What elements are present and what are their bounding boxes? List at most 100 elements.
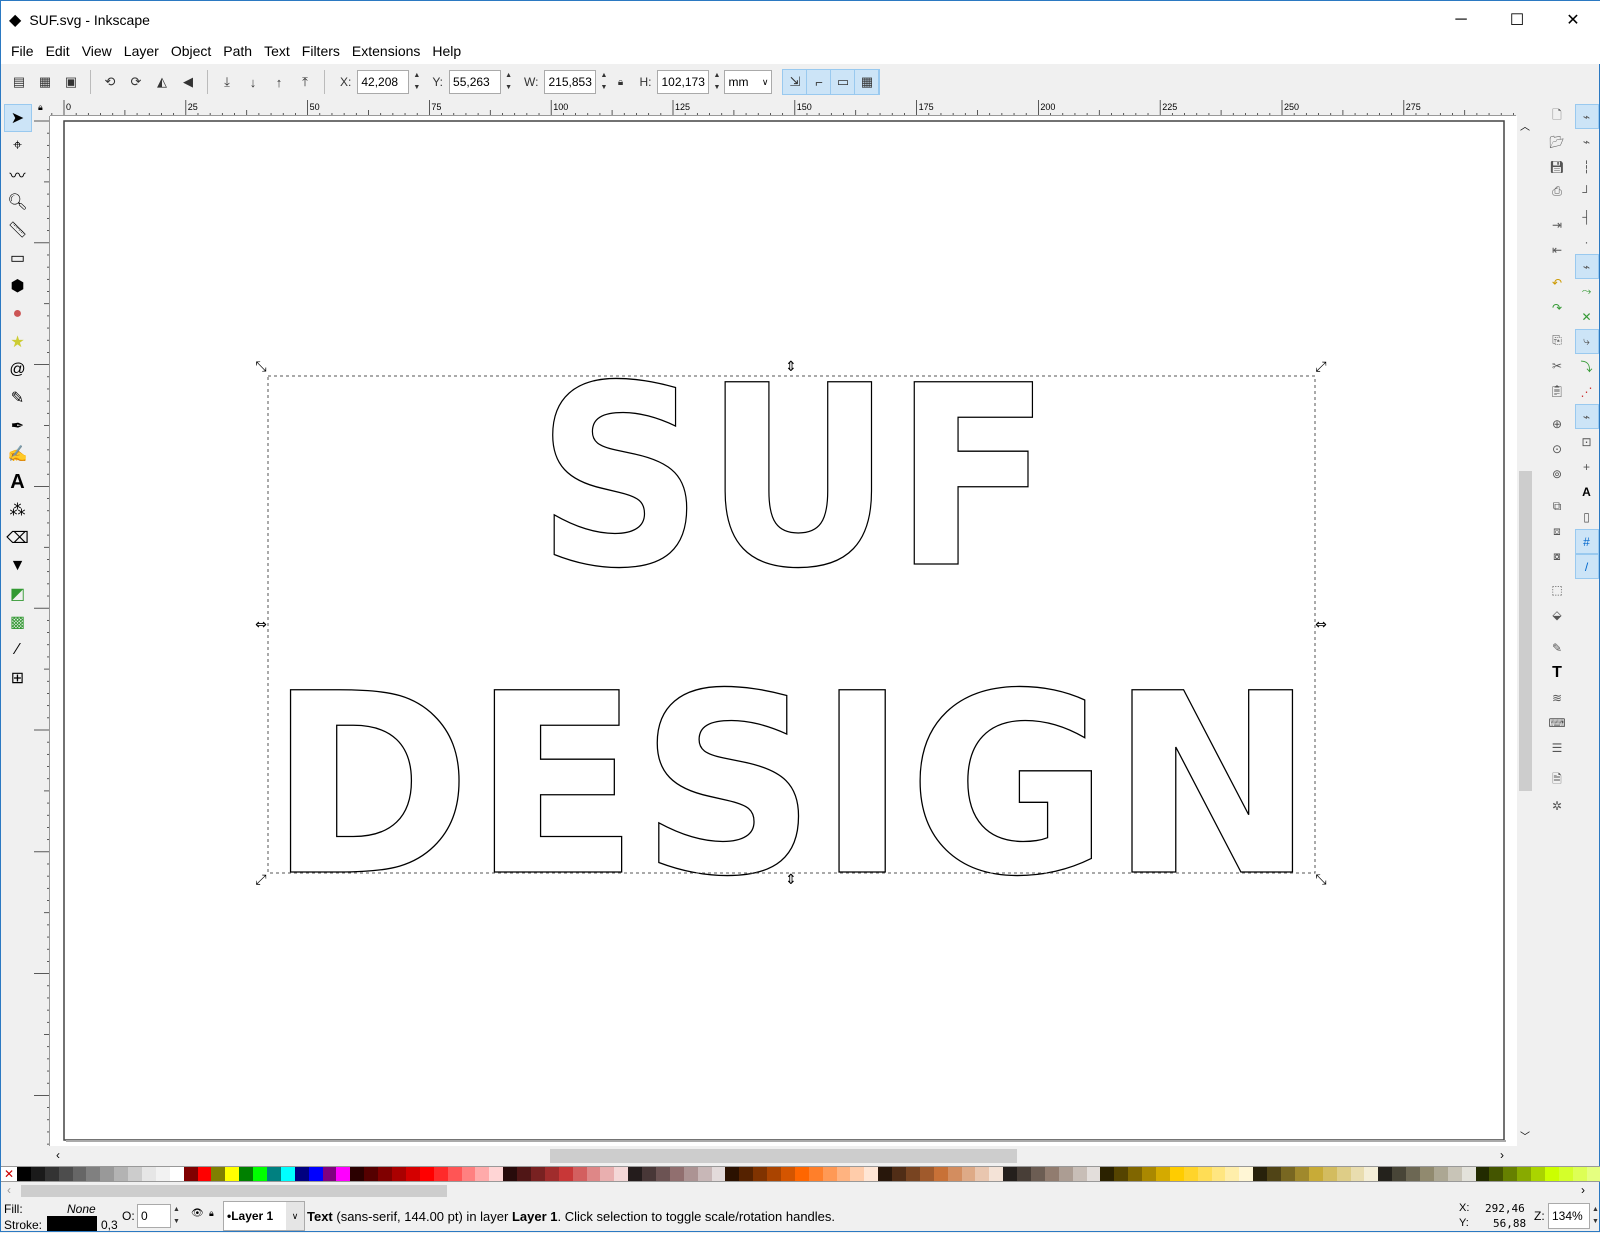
snap-grids-icon[interactable]: # xyxy=(1574,529,1599,554)
color-swatch[interactable] xyxy=(1225,1167,1240,1181)
color-swatch[interactable] xyxy=(1406,1167,1420,1181)
snap-guides-icon[interactable]: / xyxy=(1574,554,1599,579)
x-spinner[interactable]: ▲ ▼ xyxy=(411,70,422,94)
cut-icon[interactable]: ✂ xyxy=(1545,353,1569,378)
lower-icon[interactable]: ↓ xyxy=(241,70,265,94)
dropper-tool-icon[interactable]: ⁄ xyxy=(4,636,32,664)
color-swatch[interactable] xyxy=(808,1167,823,1181)
color-swatch[interactable] xyxy=(655,1167,670,1181)
layers-icon[interactable]: ≋ xyxy=(1545,685,1569,710)
color-swatch[interactable] xyxy=(989,1167,1004,1181)
color-swatch[interactable] xyxy=(530,1167,545,1181)
menu-object[interactable]: Object xyxy=(165,43,217,59)
color-swatch[interactable] xyxy=(1169,1167,1184,1181)
eraser-tool-icon[interactable]: ⌫ xyxy=(4,524,32,552)
selector-tool-icon[interactable]: ➤ xyxy=(3,104,32,132)
select-all-icon[interactable]: ▤ xyxy=(7,70,31,94)
tweak-tool-icon[interactable]: 〰 xyxy=(4,160,32,188)
menu-path[interactable]: Path xyxy=(217,43,258,59)
color-swatch[interactable] xyxy=(1392,1167,1407,1181)
color-swatch[interactable] xyxy=(461,1167,476,1181)
snap-line-midpoints-icon[interactable]: ⋰ xyxy=(1575,379,1599,404)
color-swatch[interactable] xyxy=(1308,1167,1323,1181)
snap-bbox-midpoints-icon[interactable]: ┤ xyxy=(1575,204,1599,229)
color-swatch[interactable] xyxy=(739,1167,754,1181)
snap-bbox-centers-icon[interactable]: · xyxy=(1575,229,1599,254)
color-swatch[interactable] xyxy=(1100,1167,1115,1181)
snap-toggle-icon[interactable]: ⌁ xyxy=(1574,104,1599,129)
color-swatch[interactable] xyxy=(253,1167,268,1181)
w-spinner[interactable]: ▲ ▼ xyxy=(598,70,609,94)
zoom-tool-icon[interactable]: 🔍︎ xyxy=(4,188,32,216)
snap-cusp-nodes-icon[interactable]: ⤷ xyxy=(1574,329,1599,354)
color-swatch[interactable] xyxy=(1058,1167,1073,1181)
rotate-cw-icon[interactable]: ⟳ xyxy=(124,70,148,94)
color-swatch[interactable] xyxy=(503,1167,518,1181)
scale-handle-w[interactable]: ⇔ xyxy=(255,617,267,633)
minimize-button[interactable]: ─ xyxy=(1433,1,1489,38)
color-swatch[interactable] xyxy=(725,1167,740,1181)
star-tool-icon[interactable]: ★ xyxy=(4,328,32,356)
color-swatch[interactable] xyxy=(1336,1167,1351,1181)
open-icon[interactable]: 📂︎ xyxy=(1545,129,1569,154)
color-swatch[interactable] xyxy=(1031,1167,1045,1181)
move-gradients-icon[interactable]: ▭ xyxy=(831,70,856,94)
color-swatch[interactable] xyxy=(669,1167,684,1181)
snap-bbox-edges-icon[interactable]: ┆ xyxy=(1575,154,1599,179)
color-swatch[interactable] xyxy=(711,1167,726,1181)
raise-icon[interactable]: ↑ xyxy=(267,70,291,94)
new-document-icon[interactable]: 🗋 xyxy=(1545,104,1569,129)
color-swatch[interactable] xyxy=(44,1167,59,1181)
scale-corners-icon[interactable]: ⌐ xyxy=(807,70,832,94)
unit-select[interactable]: mm ∨ xyxy=(724,70,773,94)
text-font-icon[interactable]: T xyxy=(1545,660,1569,685)
horizontal-scroll-thumb[interactable] xyxy=(550,1149,1017,1163)
color-swatch[interactable] xyxy=(961,1167,976,1181)
color-swatch[interactable] xyxy=(280,1167,295,1181)
zoom-drawing-icon[interactable]: ⊙ xyxy=(1545,436,1569,461)
vertical-ruler[interactable] xyxy=(34,116,50,1146)
color-swatch[interactable] xyxy=(1544,1167,1559,1181)
color-swatch[interactable] xyxy=(642,1167,656,1181)
color-swatch[interactable] xyxy=(572,1167,587,1181)
color-swatch[interactable] xyxy=(17,1167,31,1181)
zoom-page-icon[interactable]: ⊚ xyxy=(1545,461,1569,486)
color-swatch[interactable] xyxy=(794,1167,809,1181)
color-swatch[interactable] xyxy=(1489,1167,1504,1181)
snap-others-icon[interactable]: ⌁ xyxy=(1574,404,1599,429)
color-swatch[interactable] xyxy=(1517,1167,1532,1181)
preferences-icon[interactable]: ✲ xyxy=(1545,793,1569,818)
y-input[interactable]: 55,263 xyxy=(449,70,502,94)
color-swatch[interactable] xyxy=(586,1167,601,1181)
color-swatch[interactable] xyxy=(114,1167,129,1181)
zoom-input[interactable]: 134% xyxy=(1548,1203,1590,1229)
color-swatch[interactable] xyxy=(447,1167,462,1181)
color-swatch[interactable] xyxy=(1586,1167,1600,1181)
layer-visibility-icon[interactable]: 👁︎ xyxy=(191,1208,204,1219)
save-icon[interactable]: 💾︎ xyxy=(1545,154,1569,179)
color-swatch[interactable] xyxy=(225,1167,240,1181)
menu-file[interactable]: File xyxy=(5,43,40,59)
color-swatch[interactable] xyxy=(1003,1167,1018,1181)
layer-select[interactable]: •Layer 1 ∨ xyxy=(223,1201,305,1231)
clone-icon[interactable]: ⧈ xyxy=(1545,519,1569,544)
color-swatch[interactable] xyxy=(697,1167,712,1181)
color-swatch[interactable] xyxy=(628,1167,643,1181)
color-swatch[interactable] xyxy=(864,1167,879,1181)
color-swatch[interactable] xyxy=(1253,1167,1268,1181)
copy-icon[interactable]: ⎘ xyxy=(1545,328,1569,353)
color-swatch[interactable] xyxy=(197,1167,212,1181)
xml-editor-icon[interactable]: ⌨ xyxy=(1545,710,1569,735)
scale-stroke-icon[interactable]: ⇲ xyxy=(783,70,808,94)
color-swatch[interactable] xyxy=(919,1167,934,1181)
color-swatch[interactable] xyxy=(1156,1167,1170,1181)
color-swatch[interactable] xyxy=(1364,1167,1379,1181)
menu-text[interactable]: Text xyxy=(258,43,296,59)
snap-text-baseline-icon[interactable]: A xyxy=(1575,479,1599,504)
horizontal-ruler[interactable]: 0 25 50 75 100 125 150 175 200 225 250 275 xyxy=(50,100,1516,116)
canvas[interactable]: SUF DESIGN ⤡ ⇕ ⤢ ⇔ ⇔ ⤢ ⇕ ⤡ xyxy=(50,116,1517,1146)
maximize-button[interactable]: ☐ xyxy=(1489,1,1545,38)
ungroup-icon[interactable]: ⬙ xyxy=(1545,602,1569,627)
menu-help[interactable]: Help xyxy=(426,43,467,59)
pen-tool-icon[interactable]: ✒ xyxy=(4,412,32,440)
